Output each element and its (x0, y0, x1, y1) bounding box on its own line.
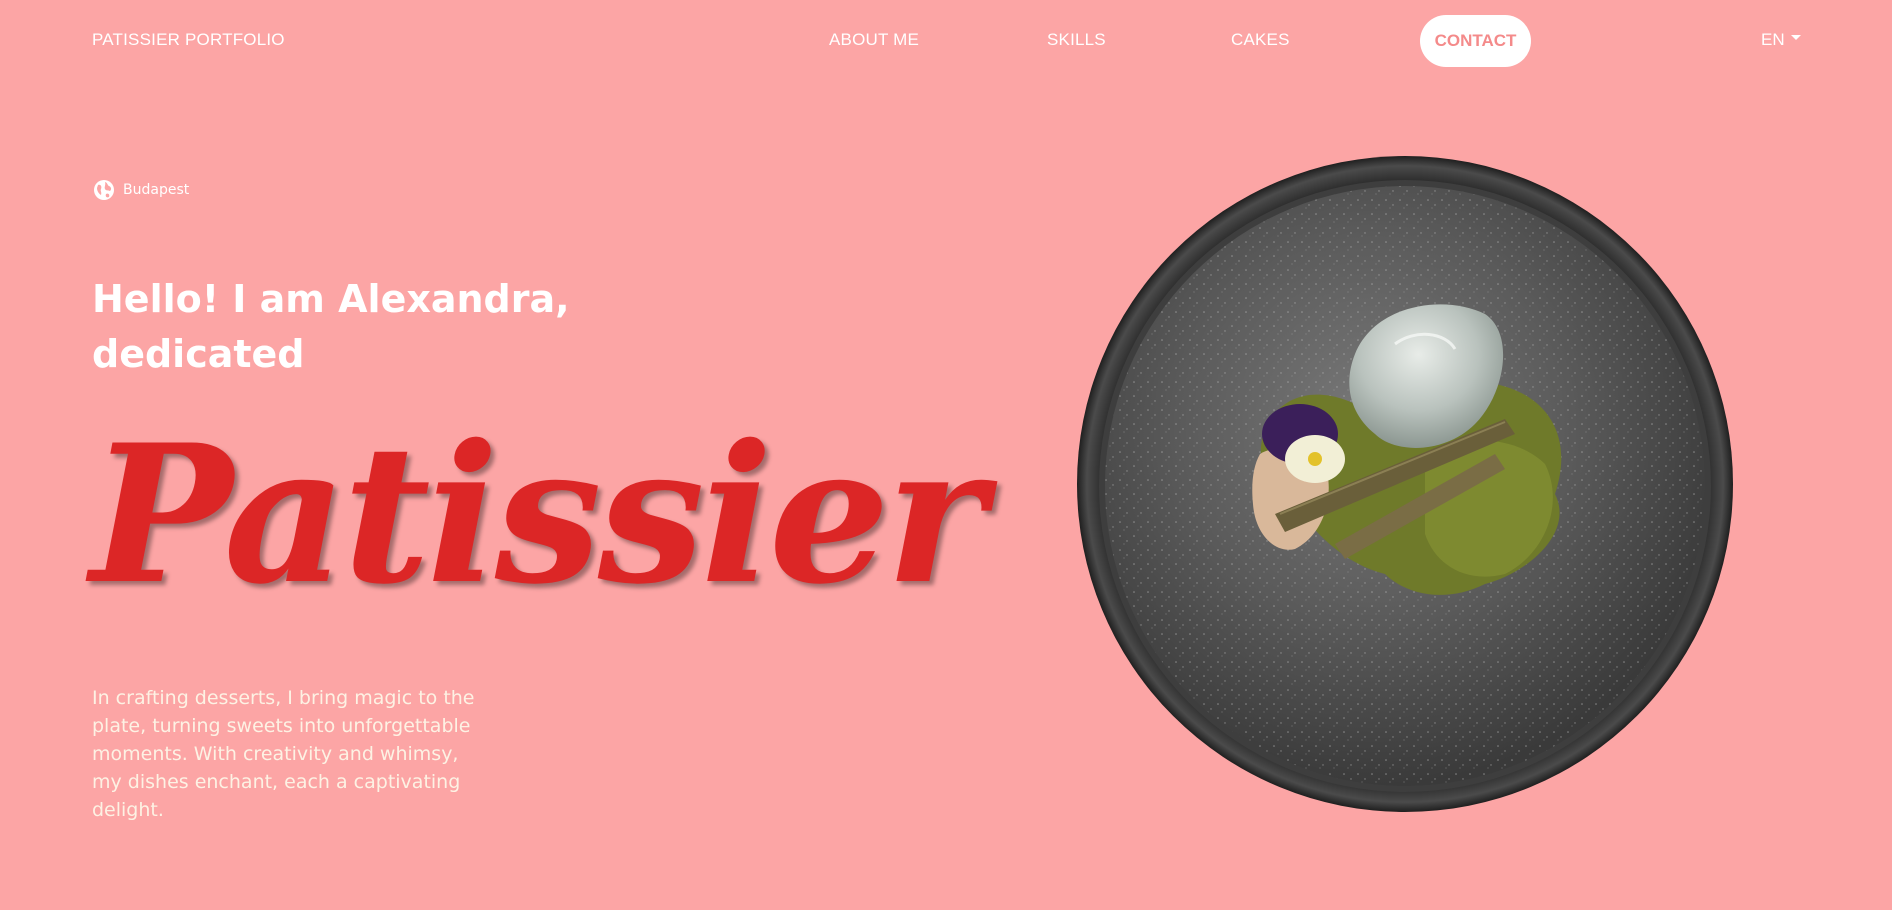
globe-icon (94, 180, 114, 200)
dessert-plate-image (1077, 156, 1733, 812)
contact-button[interactable]: CONTACT (1420, 15, 1531, 67)
nav-cakes[interactable]: CAKES (1231, 30, 1290, 50)
navbar: PATISSIER PORTFOLIO ABOUT ME SKILLS CAKE… (0, 0, 1892, 80)
nav-skills[interactable]: SKILLS (1047, 30, 1106, 50)
hero-greeting: Hello! I am Alexandra, dedicated (92, 277, 570, 376)
hero-intro: In crafting desserts, I bring magic to t… (92, 687, 475, 821)
location-label: Budapest (123, 182, 190, 198)
language-dropdown[interactable]: EN (1761, 30, 1801, 50)
brand-link[interactable]: PATISSIER PORTFOLIO (92, 30, 285, 50)
location: Budapest (93, 179, 189, 201)
language-label: EN (1761, 30, 1785, 49)
caret-down-icon (1790, 34, 1801, 40)
nav-about-me[interactable]: ABOUT ME (829, 30, 919, 50)
hero-title: Patissier (90, 403, 986, 626)
